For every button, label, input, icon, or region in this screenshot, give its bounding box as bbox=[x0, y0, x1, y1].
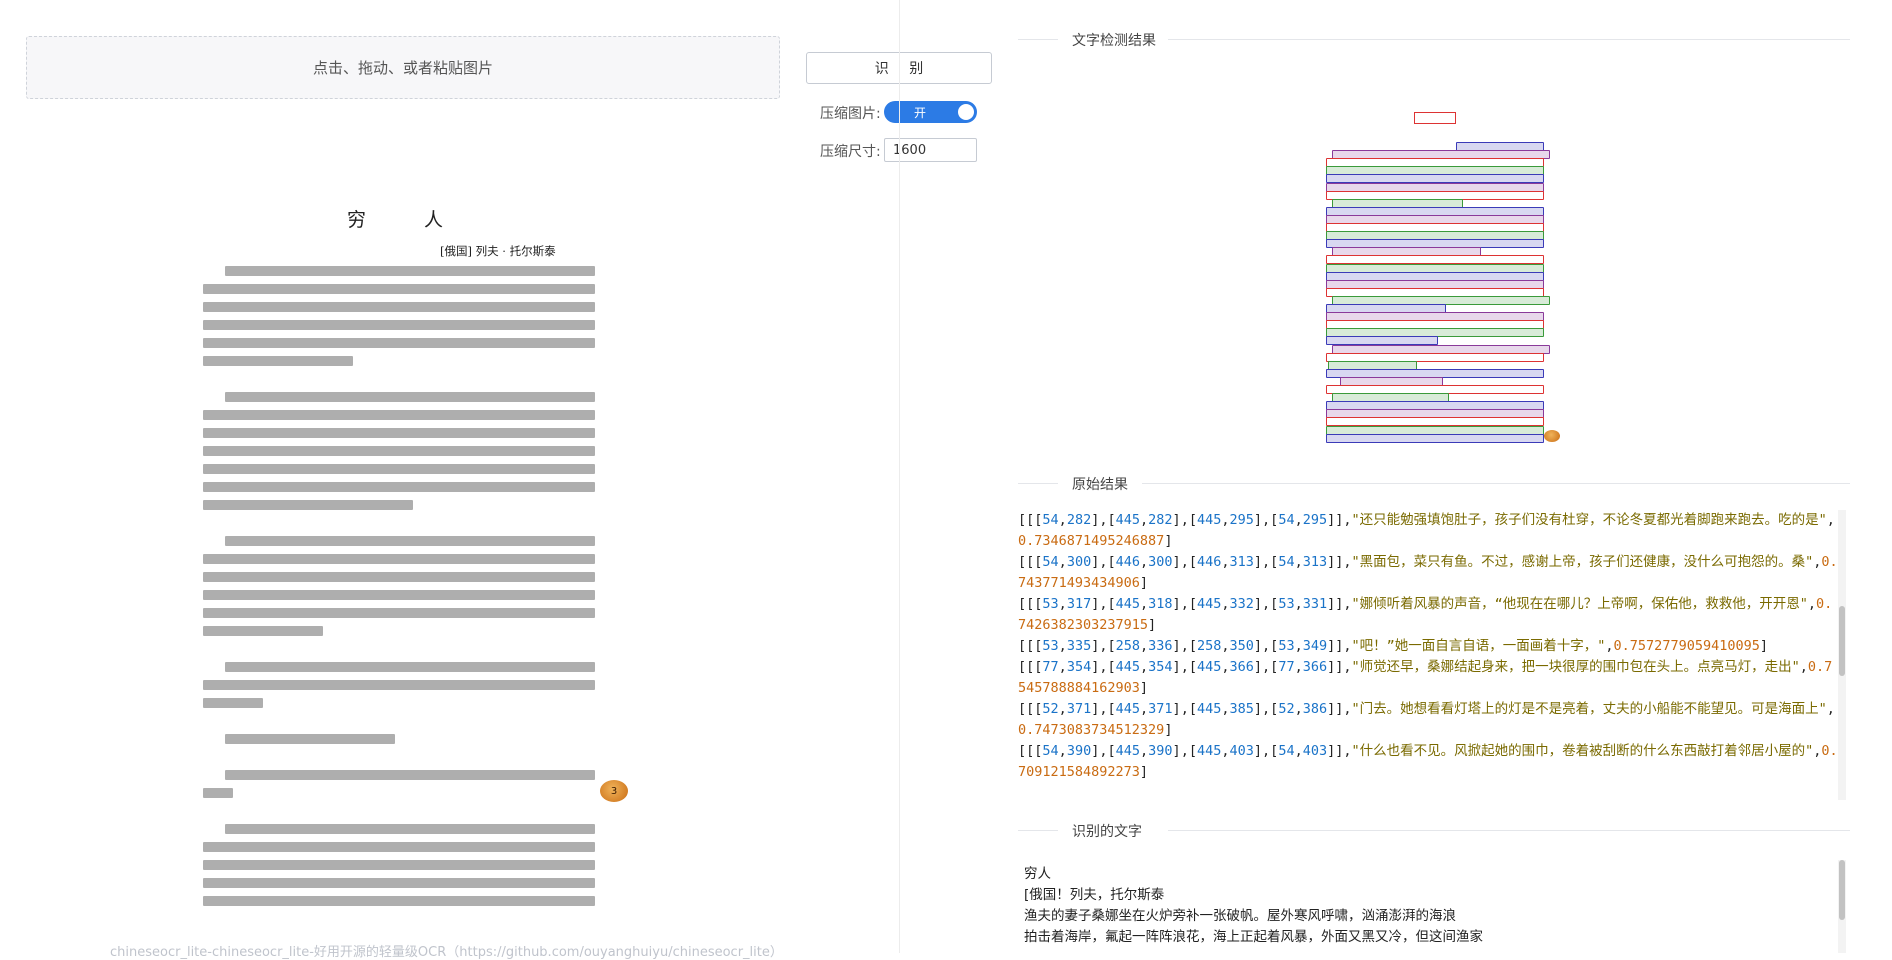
raw-result-row: [[[54,282],[445,282],[445,295],[54,295]]… bbox=[1018, 512, 1835, 549]
document-line bbox=[203, 500, 413, 510]
document-line bbox=[225, 392, 595, 402]
recognized-text-line: 穷人 bbox=[1024, 866, 1051, 882]
raw-result-row: [[[54,390],[445,390],[445,403],[54,403]]… bbox=[1018, 743, 1838, 780]
text-scrollbar[interactable] bbox=[1838, 860, 1846, 953]
document-line bbox=[203, 842, 595, 852]
recognized-text-line: 渔夫的妻子桑娜坐在火炉旁补一张破帆。屋外寒风呼啸，汹涌澎湃的海浪 bbox=[1024, 908, 1456, 924]
raw-result-row: [[[77,354],[445,354],[445,366],[77,366]]… bbox=[1018, 659, 1833, 696]
compress-label: 压缩图片: bbox=[820, 106, 881, 122]
document-line bbox=[225, 824, 595, 834]
document-line bbox=[225, 536, 595, 546]
document-preview: 穷 人 [俄国] 列夫 · 托尔斯泰 bbox=[150, 126, 640, 906]
document-line bbox=[203, 284, 595, 294]
raw-result-row: [[[53,335],[258,336],[258,350],[53,349]]… bbox=[1018, 638, 1768, 654]
document-line bbox=[203, 482, 595, 492]
compress-size-input[interactable] bbox=[884, 138, 977, 162]
raw-section-title: 原始结果 bbox=[1064, 474, 1136, 494]
raw-results-output[interactable]: [[[54,282],[445,282],[445,295],[54,295]]… bbox=[1018, 510, 1838, 800]
document-line bbox=[203, 356, 353, 366]
document-line bbox=[203, 878, 595, 888]
page-number-badge: 3 bbox=[600, 780, 628, 802]
detection-section-header: 文字检测结果 bbox=[1018, 29, 1850, 50]
document-line bbox=[203, 608, 595, 618]
document-line bbox=[203, 788, 233, 798]
compress-toggle[interactable]: 开 bbox=[884, 101, 977, 123]
recognized-text-output[interactable]: 穷人 [俄国！列夫，托尔斯泰渔夫的妻子桑娜坐在火炉旁补一张破帆。屋外寒风呼啸，汹涌… bbox=[1024, 864, 1824, 953]
document-line bbox=[203, 464, 595, 474]
document-line bbox=[203, 320, 595, 330]
upload-prompt: 点击、拖动、或者粘贴图片 bbox=[312, 59, 493, 77]
compress-toggle-state: 开 bbox=[914, 106, 927, 120]
document-line bbox=[203, 590, 595, 600]
document-line bbox=[203, 626, 323, 636]
raw-section-header: 原始结果 bbox=[1018, 473, 1850, 494]
document-line bbox=[225, 734, 395, 744]
image-upload-dropzone[interactable]: 点击、拖动、或者粘贴图片 bbox=[26, 36, 780, 99]
document-line bbox=[225, 266, 595, 276]
toggle-knob bbox=[958, 104, 974, 120]
raw-results-scrollbar[interactable] bbox=[1838, 510, 1846, 800]
document-line bbox=[203, 860, 595, 870]
document-line bbox=[203, 428, 595, 438]
text-section-header: 识别的文字 bbox=[1018, 820, 1850, 841]
detection-page-badge bbox=[1544, 430, 1560, 442]
document-line bbox=[203, 698, 263, 708]
document-line bbox=[203, 410, 595, 420]
detection-result-image bbox=[1320, 108, 1560, 448]
detection-section-title: 文字检测结果 bbox=[1064, 30, 1164, 50]
raw-result-row: [[[52,371],[445,371],[445,385],[52,386]]… bbox=[1018, 701, 1835, 738]
document-line bbox=[203, 896, 595, 906]
raw-result-row: [[[54,300],[446,300],[446,313],[54,313]]… bbox=[1018, 554, 1838, 591]
raw-result-row: [[[53,317],[445,318],[445,332],[53,331]]… bbox=[1018, 596, 1833, 633]
detection-box bbox=[1326, 433, 1544, 443]
document-line bbox=[203, 302, 595, 312]
document-line bbox=[203, 338, 595, 348]
text-scroll-thumb[interactable] bbox=[1839, 860, 1845, 920]
text-section-title: 识别的文字 bbox=[1064, 821, 1150, 841]
document-line bbox=[225, 770, 595, 780]
recognized-text-line: 拍击着海岸，氟起一阵阵浪花，海上正起着风暴，外面又黑又冷，但这间渔家 bbox=[1024, 929, 1483, 945]
footer-credit: chineseocr_lite-chineseocr_lite-好用开源的轻量级… bbox=[110, 945, 783, 960]
document-line bbox=[225, 662, 595, 672]
document-line bbox=[203, 680, 595, 690]
document-line bbox=[203, 554, 595, 564]
recognized-text-line: [俄国！列夫，托尔斯泰 bbox=[1024, 887, 1165, 903]
detection-box-title bbox=[1414, 112, 1456, 124]
document-line bbox=[203, 572, 595, 582]
raw-scroll-thumb[interactable] bbox=[1839, 606, 1845, 676]
size-label: 压缩尺寸: bbox=[820, 144, 881, 160]
left-panel: 点击、拖动、或者粘贴图片 穷 人 [俄国] 列夫 · 托尔斯泰 3 chines… bbox=[0, 0, 900, 960]
document-line bbox=[203, 446, 595, 456]
panel-divider bbox=[899, 0, 900, 953]
document-title: 穷 人 bbox=[346, 209, 470, 231]
document-author: [俄国] 列夫 · 托尔斯泰 bbox=[440, 244, 556, 258]
